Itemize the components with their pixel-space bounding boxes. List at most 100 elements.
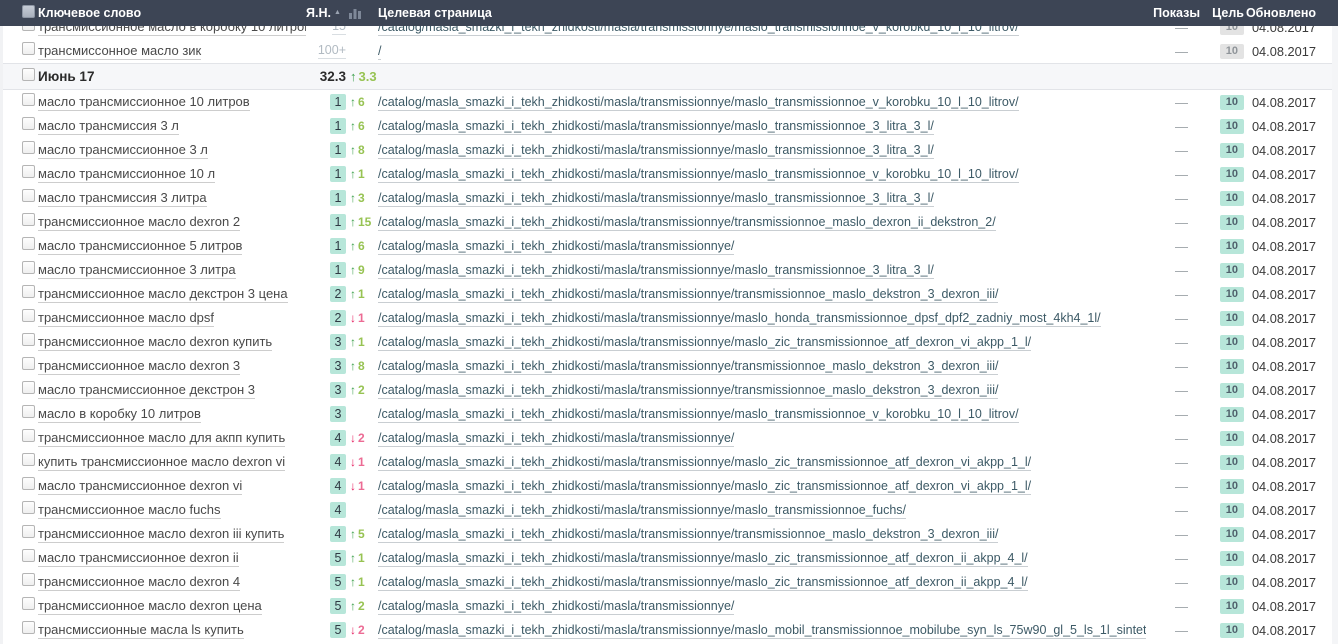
position-value: 4 [330,430,346,447]
column-header-updated[interactable]: Обновлено [1244,6,1316,20]
row-checkbox[interactable] [22,477,35,490]
positions-chart-icon[interactable] [349,8,361,19]
updated-date: 04.08.2017 [1244,143,1316,158]
up-arrow-icon: ↑ [350,119,356,133]
group-row: Июнь 17 32.3 ↑ 3.3 [0,63,1338,90]
keyword-link[interactable]: купить трансмиссионное масло dexron vi [38,454,285,471]
group-label[interactable]: Июнь 17 [38,69,94,84]
target-page-link[interactable]: / [378,44,381,60]
keyword-link[interactable]: трансмиссионное масло dpsf [38,310,214,327]
target-page-link[interactable]: /catalog/masla_smazki_i_tekh_zhidkosti/m… [378,431,734,447]
target-page-link[interactable]: /catalog/masla_smazki_i_tekh_zhidkosti/m… [378,167,1019,183]
target-page-link[interactable]: /catalog/masla_smazki_i_tekh_zhidkosti/m… [378,335,1031,351]
updated-date: 04.08.2017 [1244,239,1316,254]
keyword-link[interactable]: масло трансмиссия 3 л [38,118,179,135]
target-page-link[interactable]: /catalog/masla_smazki_i_tekh_zhidkosti/m… [378,359,998,375]
updated-date: 04.08.2017 [1244,44,1316,59]
row-checkbox[interactable] [22,213,35,226]
target-page-link[interactable]: /catalog/masla_smazki_i_tekh_zhidkosti/m… [378,623,1146,639]
target-page-link[interactable]: /catalog/masla_smazki_i_tekh_zhidkosti/m… [378,215,996,231]
position-delta: ↑ 1 [350,551,365,565]
row-checkbox[interactable] [22,237,35,250]
keyword-row: масло трансмиссионное декстрон 3 3 ↑ 2 /… [0,378,1338,402]
target-page-link[interactable]: /catalog/masla_smazki_i_tekh_zhidkosti/m… [378,551,1028,567]
target-page-link[interactable]: /catalog/masla_smazki_i_tekh_zhidkosti/m… [378,119,934,135]
goal-badge: 10 [1220,44,1244,59]
keyword-link[interactable]: трансмиссионные масла ls купить [38,622,244,639]
keyword-link[interactable]: трансмиссионное масло dexron 2 [38,214,240,231]
target-page-link[interactable]: /catalog/masla_smazki_i_tekh_zhidkosti/m… [378,527,998,543]
group-checkbox[interactable] [22,68,35,81]
target-page-link[interactable]: /catalog/masla_smazki_i_tekh_zhidkosti/m… [378,407,1019,423]
target-page-link[interactable]: /catalog/masla_smazki_i_tekh_zhidkosti/m… [378,191,934,207]
row-checkbox[interactable] [22,501,35,514]
row-checkbox[interactable] [22,261,35,274]
keyword-link[interactable]: масло трансмиссионное 10 л [38,166,215,183]
row-checkbox[interactable] [22,333,35,346]
row-checkbox[interactable] [22,189,35,202]
keyword-link[interactable]: трансмиссионное масло dexron купить [38,334,272,351]
column-header-target-page[interactable]: Целевая страница [378,6,1146,20]
row-checkbox[interactable] [22,573,35,586]
keyword-link[interactable]: трансмиссионное масло декстрон 3 цена [38,286,288,303]
target-page-link[interactable]: /catalog/masla_smazki_i_tekh_zhidkosti/m… [378,263,934,279]
row-checkbox[interactable] [22,42,35,55]
keyword-link[interactable]: масло трансмиссионное 3 л [38,142,208,159]
keyword-link[interactable]: масло трансмиссионное 5 литров [38,238,242,255]
target-page-link[interactable]: /catalog/masla_smazki_i_tekh_zhidkosti/m… [378,287,998,303]
target-page-link[interactable]: /catalog/masla_smazki_i_tekh_zhidkosti/m… [378,599,734,615]
keyword-link[interactable]: трансмиссионное масло dexron 3 [38,358,240,375]
target-page-link[interactable]: /catalog/masla_smazki_i_tekh_zhidkosti/m… [378,239,734,255]
group-avg-position: 32.3 [320,69,346,84]
row-checkbox[interactable] [22,381,35,394]
row-checkbox[interactable] [22,525,35,538]
position-delta: ↑ 2 [350,383,365,397]
target-page-link[interactable]: /catalog/masla_smazki_i_tekh_zhidkosti/m… [378,143,934,159]
keyword-link[interactable]: масло трансмиссионное 10 литров [38,94,250,111]
goal-badge: 10 [1220,143,1244,158]
updated-date: 04.08.2017 [1244,263,1316,278]
keyword-link[interactable]: масло трансмиссионное декстрон 3 [38,382,255,399]
keyword-link[interactable]: трансмиссионное масло dexron iii купить [38,526,284,543]
row-checkbox[interactable] [22,597,35,610]
target-page-link[interactable]: /catalog/masla_smazki_i_tekh_zhidkosti/m… [378,383,998,399]
left-gutter [0,26,3,644]
row-checkbox[interactable] [22,405,35,418]
row-checkbox[interactable] [22,621,35,634]
row-checkbox[interactable] [22,141,35,154]
impressions-value: — [1146,215,1202,230]
row-checkbox[interactable] [22,357,35,370]
target-page-link[interactable]: /catalog/masla_smazki_i_tekh_zhidkosti/m… [378,455,1031,471]
keyword-link[interactable]: трансмиссионное масло dexron цена [38,598,262,615]
target-page-link[interactable]: /catalog/masla_smazki_i_tekh_zhidkosti/m… [378,575,1028,591]
column-header-impressions[interactable]: Показы [1146,6,1202,20]
row-checkbox[interactable] [22,93,35,106]
keyword-link[interactable]: масло трансмиссионное 3 литра [38,262,236,279]
goal-badge: 10 [1220,479,1244,494]
keyword-link[interactable]: трансмиссонное масло зик [38,43,201,60]
keyword-link[interactable]: масло трансмиссия 3 литра [38,190,207,207]
row-checkbox[interactable] [22,117,35,130]
keyword-link[interactable]: трансмиссионное масло fuchs [38,502,221,519]
select-all-checkbox[interactable] [22,5,35,18]
row-checkbox[interactable] [22,309,35,322]
target-page-link[interactable]: /catalog/masla_smazki_i_tekh_zhidkosti/m… [378,311,1101,327]
column-header-position[interactable]: Я.Н. ▲ [306,6,378,20]
row-checkbox[interactable] [22,549,35,562]
target-page-link[interactable]: /catalog/masla_smazki_i_tekh_zhidkosti/m… [378,95,1019,111]
keyword-link[interactable]: масло трансмиссионное dexron ii [38,550,239,567]
target-page-link[interactable]: /catalog/masla_smazki_i_tekh_zhidkosti/m… [378,503,906,519]
column-header-goal[interactable]: Цель [1202,6,1244,20]
row-checkbox[interactable] [22,285,35,298]
updated-date: 04.08.2017 [1244,191,1316,206]
row-checkbox[interactable] [22,165,35,178]
row-checkbox[interactable] [22,453,35,466]
column-header-keyword[interactable]: Ключевое слово [38,6,306,20]
keyword-link[interactable]: трансмиссионное масло dexron 4 [38,574,240,591]
target-page-link[interactable]: /catalog/masla_smazki_i_tekh_zhidkosti/m… [378,479,1031,495]
keyword-link[interactable]: масло трансмиссионное dexron vi [38,478,242,495]
row-checkbox[interactable] [22,429,35,442]
keyword-link[interactable]: трансмиссионное масло для акпп купить [38,430,285,447]
keyword-link[interactable]: масло в коробку 10 литров [38,406,201,423]
goal-badge: 10 [1220,527,1244,542]
